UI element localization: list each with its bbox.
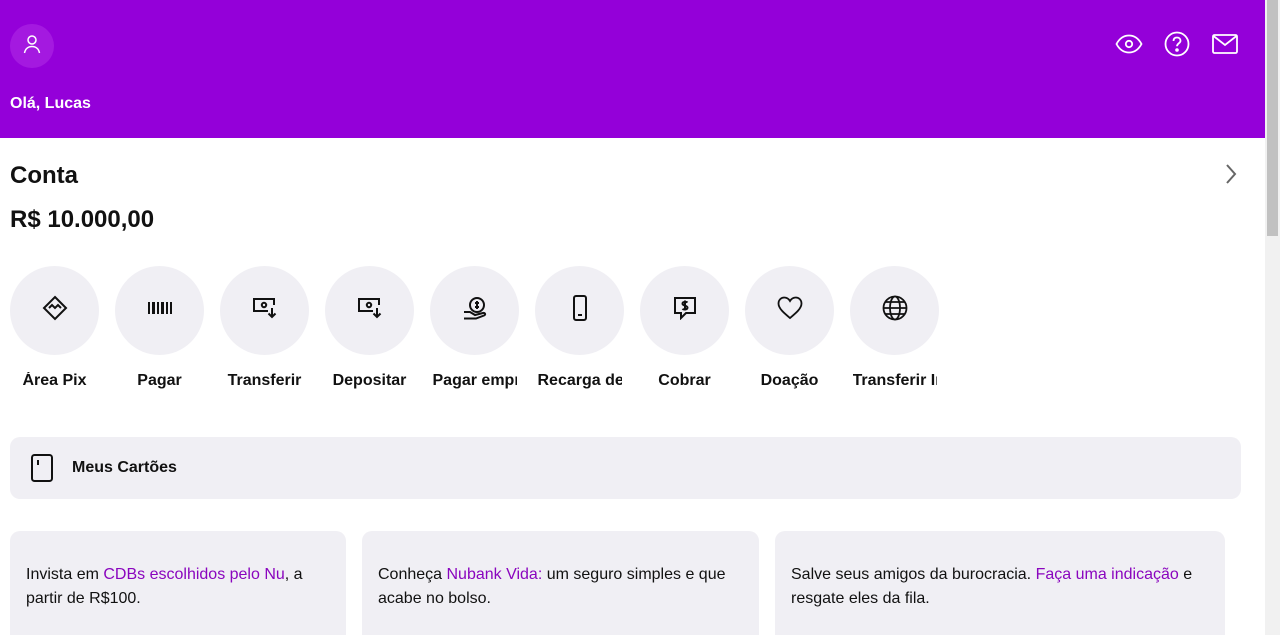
action-charge[interactable]: Cobrar xyxy=(640,266,729,390)
my-cards-button[interactable]: Meus Cartões xyxy=(10,437,1241,499)
action-international-transfer[interactable]: Transferir Internac. xyxy=(850,266,939,390)
action-pix[interactable]: Área Pix xyxy=(10,266,99,390)
header: Olá, Lucas xyxy=(0,0,1265,138)
promo-text: Invista em xyxy=(26,566,104,583)
promo-card-referral[interactable]: Salve seus amigos da burocracia. Faça um… xyxy=(775,531,1225,635)
user-icon xyxy=(23,34,41,59)
account-open-button[interactable] xyxy=(1219,162,1243,190)
promo-link[interactable]: Nubank Vida: xyxy=(447,566,543,583)
action-label: Cobrar xyxy=(658,372,711,389)
action-deposit[interactable]: Depositar xyxy=(325,266,414,390)
messages-button[interactable] xyxy=(1211,32,1239,60)
promo-card-cdb[interactable]: Invista em CDBs escolhidos pelo Nu, a pa… xyxy=(10,531,346,635)
charge-icon xyxy=(673,296,697,325)
mail-icon xyxy=(1212,33,1238,59)
loan-icon xyxy=(462,296,488,325)
promo-link[interactable]: Faça uma indicação xyxy=(1036,566,1179,583)
phone-icon xyxy=(572,295,588,326)
action-phone-recharge[interactable]: Recarga de celular xyxy=(535,266,624,390)
toggle-balance-button[interactable] xyxy=(1115,32,1143,60)
barcode-icon xyxy=(147,301,173,320)
action-label: Doação xyxy=(760,372,819,389)
action-label: Área Pix xyxy=(22,372,87,389)
action-label: Transferir xyxy=(227,372,302,389)
globe-icon xyxy=(882,295,908,326)
action-pay-loan[interactable]: Pagar empréstimo xyxy=(430,266,519,390)
my-cards-label: Meus Cartões xyxy=(72,459,177,476)
help-icon xyxy=(1164,31,1190,62)
eye-icon xyxy=(1115,34,1143,59)
account-balance: R$ 10.000,00 xyxy=(10,206,155,233)
profile-button[interactable] xyxy=(10,24,54,68)
help-button[interactable] xyxy=(1163,31,1191,62)
action-label: Transferir Internac. xyxy=(852,372,937,389)
transfer-icon xyxy=(252,297,278,324)
greeting: Olá, Lucas xyxy=(10,95,91,112)
scrollbar-thumb[interactable] xyxy=(1267,0,1278,236)
action-label: Pagar empréstimo xyxy=(432,372,517,389)
page-scrollbar[interactable] xyxy=(1265,0,1280,635)
action-transfer[interactable]: Transferir xyxy=(220,266,309,390)
account-title[interactable]: Conta xyxy=(10,162,78,190)
promo-link[interactable]: CDBs escolhidos pelo Nu xyxy=(103,566,284,583)
promo-card-life-insurance[interactable]: Conheça Nubank Vida: um seguro simples e… xyxy=(362,531,759,635)
quick-actions: Área Pix Pagar Transferir Depositar Paga… xyxy=(10,266,939,390)
promo-text: Conheça xyxy=(378,566,447,583)
action-pay[interactable]: Pagar xyxy=(115,266,204,390)
action-donation[interactable]: Doação xyxy=(745,266,834,390)
chevron-right-icon xyxy=(1225,163,1237,190)
card-icon xyxy=(29,453,55,483)
action-label: Recarga de celular xyxy=(537,372,622,389)
action-label: Pagar xyxy=(137,372,182,389)
promo-text: Salve seus amigos da burocracia. xyxy=(791,566,1036,583)
pix-icon xyxy=(42,295,68,326)
action-label: Depositar xyxy=(332,372,407,389)
deposit-icon xyxy=(357,297,383,324)
heart-icon xyxy=(777,296,803,325)
